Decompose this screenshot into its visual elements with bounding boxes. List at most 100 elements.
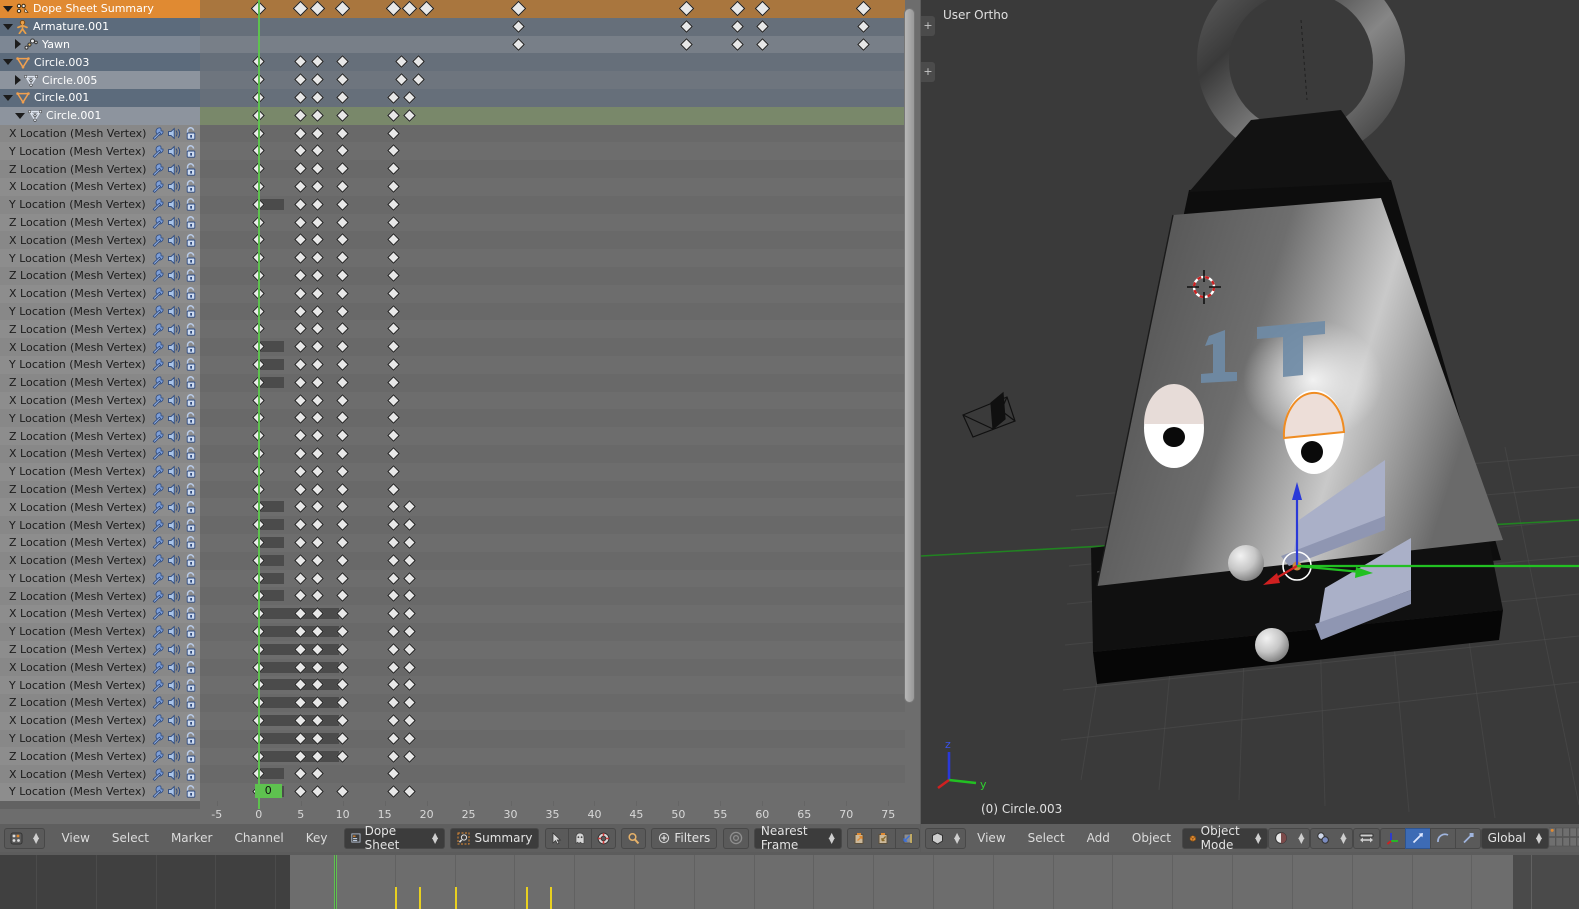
keyframe-row[interactable] (200, 338, 905, 356)
unlock-icon[interactable] (184, 785, 197, 799)
keyframe-diamond[interactable] (512, 37, 526, 51)
keyframe-diamond[interactable] (336, 197, 350, 211)
proportional-edit-button[interactable] (722, 827, 749, 849)
keyframe-diamond[interactable] (386, 322, 400, 336)
keyframe-diamond[interactable] (309, 0, 326, 17)
keyframe-diamond[interactable] (311, 340, 324, 354)
keyframe-diamond[interactable] (511, 0, 527, 17)
keyframe-diamond[interactable] (294, 251, 308, 265)
menu-channel[interactable]: Channel (223, 831, 294, 845)
speaker-icon[interactable] (167, 501, 182, 514)
keyframe-row[interactable] (200, 195, 905, 214)
keyframe-diamond[interactable] (311, 286, 324, 300)
keyframe-diamond[interactable] (336, 589, 350, 603)
keyframe-row[interactable] (200, 729, 905, 748)
keyframe-diamond[interactable] (729, 0, 745, 17)
keyframe-row[interactable] (200, 765, 905, 784)
keyframe-diamond[interactable] (311, 447, 324, 460)
playhead[interactable] (257, 0, 260, 809)
keyframe-diamond[interactable] (294, 518, 308, 532)
speaker-icon[interactable] (167, 714, 182, 727)
keyframe-diamond[interactable] (403, 536, 417, 549)
channel-row-object[interactable]: Circle.003 (0, 53, 200, 72)
speaker-icon[interactable] (167, 483, 182, 496)
channel-list[interactable]: Dope Sheet Summary Armature.001 Yawn Cir… (0, 0, 200, 809)
toolshelf-tab[interactable]: + (921, 16, 935, 36)
wrench-icon[interactable] (151, 127, 165, 140)
keyframe-diamond[interactable] (403, 749, 417, 763)
keyframe-diamond[interactable] (294, 286, 308, 300)
keyframe-diamond[interactable] (386, 767, 400, 781)
keyframe-diamond[interactable] (311, 518, 324, 532)
keyframe-diamond[interactable] (402, 0, 418, 17)
keyframe-diamond[interactable] (336, 55, 350, 69)
keyframe-diamond[interactable] (386, 197, 400, 211)
keyframe-diamond[interactable] (336, 500, 350, 514)
wrench-icon[interactable] (151, 394, 165, 407)
keyframe-diamond[interactable] (386, 500, 400, 514)
keyframe-diamond[interactable] (386, 589, 400, 603)
unlock-icon[interactable] (184, 732, 197, 745)
keyframe-diamond[interactable] (294, 91, 308, 104)
channel-row-fcurve[interactable]: Z Location (Mesh Vertex) (0, 747, 200, 766)
wrench-icon[interactable] (151, 287, 165, 301)
keyframe-diamond[interactable] (336, 251, 350, 265)
channel-row-fcurve[interactable]: Z Location (Mesh Vertex) (0, 480, 200, 499)
channel-row-fcurve[interactable]: X Location (Mesh Vertex) (0, 444, 200, 463)
keyframe-diamond[interactable] (294, 73, 308, 87)
unlock-icon[interactable] (184, 554, 197, 567)
keyframe-diamond[interactable] (386, 642, 400, 656)
keyframe-diamond[interactable] (311, 144, 324, 158)
keyframe-diamond[interactable] (395, 55, 408, 69)
channel-row-fcurve[interactable]: X Location (Mesh Vertex) (0, 338, 200, 356)
keyframe-row[interactable] (200, 587, 905, 606)
timeline-keyframe-mark[interactable] (550, 887, 553, 909)
channel-row-fcurve[interactable]: X Location (Mesh Vertex) (0, 711, 200, 730)
keyframe-diamond[interactable] (294, 785, 308, 799)
keyframe-diamond[interactable] (386, 447, 400, 460)
speaker-icon[interactable] (167, 732, 182, 745)
keyframe-diamond[interactable] (294, 144, 308, 158)
lifebuoy-button[interactable] (590, 827, 616, 849)
speaker-icon[interactable] (167, 376, 182, 389)
pivot-point-dropdown[interactable]: ▲ ▼ (1310, 827, 1353, 849)
keyframe-diamond[interactable] (294, 358, 308, 371)
wrench-icon[interactable] (151, 536, 165, 550)
keyframe-diamond[interactable] (336, 322, 350, 336)
unlock-icon[interactable] (184, 162, 197, 176)
speaker-icon[interactable] (167, 785, 182, 798)
keyframe-row[interactable] (200, 623, 905, 641)
channel-row-fcurve[interactable]: X Location (Mesh Vertex) (0, 391, 200, 410)
speaker-icon[interactable] (167, 127, 182, 140)
keyframe-row[interactable] (200, 694, 905, 712)
keyframe-row[interactable] (200, 569, 905, 588)
keyframe-diamond[interactable] (418, 0, 435, 17)
keyframe-diamond[interactable] (311, 269, 324, 282)
keyframe-row[interactable] (200, 658, 905, 677)
keyframe-diamond[interactable] (294, 571, 308, 585)
unlock-icon[interactable] (184, 643, 197, 656)
keyframe-diamond[interactable] (403, 696, 417, 710)
unlock-icon[interactable] (184, 500, 197, 514)
keyframe-diamond[interactable] (403, 660, 417, 674)
keyframe-diamond[interactable] (386, 429, 400, 443)
keyframe-diamond[interactable] (403, 731, 417, 745)
wrench-icon[interactable] (151, 625, 165, 639)
keyframe-diamond[interactable] (386, 518, 400, 532)
channel-row-fcurve[interactable]: X Location (Mesh Vertex) (0, 231, 200, 250)
summary-mode-button[interactable]: Summary (450, 827, 540, 849)
keyframe-diamond[interactable] (386, 607, 400, 621)
speaker-icon[interactable] (167, 607, 182, 620)
keyframe-diamond[interactable] (336, 304, 350, 318)
keyframe-row[interactable] (200, 498, 905, 517)
speaker-icon[interactable] (167, 696, 182, 709)
keyframe-diamond[interactable] (294, 162, 308, 176)
view3d-editor-type-selector[interactable]: ▲ ▼ (925, 827, 967, 849)
channel-row-fcurve[interactable]: Z Location (Mesh Vertex) (0, 640, 200, 659)
channel-row-fcurve[interactable]: Z Location (Mesh Vertex) (0, 373, 200, 392)
channel-row-fcurve[interactable]: Z Location (Mesh Vertex) (0, 320, 200, 339)
keyframe-diamond[interactable] (336, 464, 350, 478)
unlock-icon[interactable] (184, 322, 197, 336)
keyframe-diamond[interactable] (294, 411, 308, 425)
keyframe-diamond[interactable] (386, 340, 400, 354)
